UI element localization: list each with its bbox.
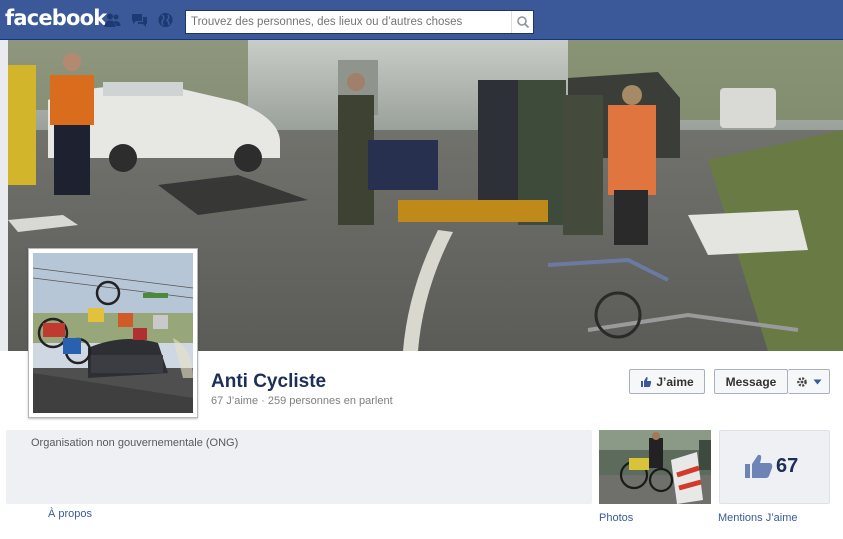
thumbs-up-icon xyxy=(641,376,652,387)
like-button-label: J’aime xyxy=(656,374,694,389)
message-button[interactable]: Message xyxy=(714,369,788,394)
like-button[interactable]: J’aime xyxy=(629,369,705,394)
page-category: Organisation non gouvernementale (ONG) xyxy=(31,437,239,449)
messages-icon[interactable] xyxy=(131,12,148,28)
photos-thumbnail-image xyxy=(599,430,711,504)
photos-app-thumbnail[interactable] xyxy=(599,430,711,504)
notifications-globe-icon[interactable] xyxy=(157,12,174,28)
caret-down-icon xyxy=(813,379,821,384)
profile-picture[interactable] xyxy=(28,248,198,418)
page-title[interactable]: Anti Cycliste xyxy=(211,371,326,393)
top-bar: facebook xyxy=(0,0,843,40)
likes-count: 67 xyxy=(776,455,799,477)
about-box: Organisation non gouvernementale (ONG) xyxy=(6,430,592,504)
search-button[interactable] xyxy=(511,11,533,33)
friend-requests-icon[interactable] xyxy=(104,12,121,28)
facebook-logo[interactable]: facebook xyxy=(5,6,107,30)
about-link[interactable]: À propos xyxy=(48,508,92,520)
likes-app-label[interactable]: Mentions J’aime xyxy=(718,512,797,524)
talking-about-stat: 259 personnes en parlent xyxy=(267,395,393,407)
profile-picture-image xyxy=(32,253,194,413)
page-stats: 67 J’aime · 259 personnes en parlent xyxy=(211,395,393,407)
search-input[interactable] xyxy=(186,11,511,33)
stats-separator: · xyxy=(261,395,265,407)
search-icon xyxy=(517,16,530,29)
gear-icon xyxy=(796,376,807,387)
likes-stat: 67 J’aime xyxy=(211,395,259,407)
likes-app-box[interactable] xyxy=(719,430,830,504)
thumbs-up-icon xyxy=(745,454,773,478)
message-button-label: Message xyxy=(725,374,777,389)
search-bar xyxy=(185,10,534,34)
photos-app-label[interactable]: Photos xyxy=(599,512,633,524)
settings-dropdown-button[interactable] xyxy=(788,369,830,394)
